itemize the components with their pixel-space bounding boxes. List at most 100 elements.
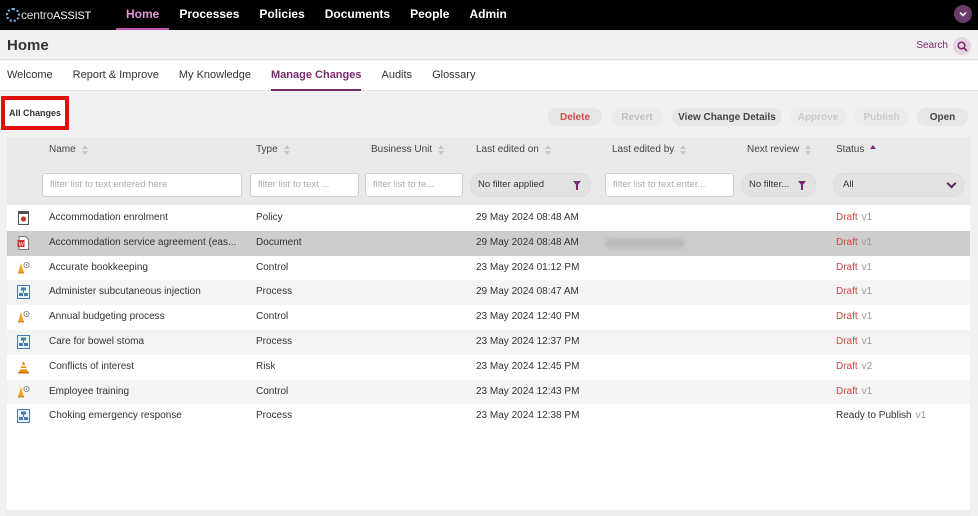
redacted-editor [605, 238, 685, 248]
status-text: Draft [836, 212, 858, 223]
cell-status: Draft v1 [836, 280, 872, 304]
version-text: v1 [861, 286, 873, 298]
cell-name: Conflicts of interest [49, 360, 135, 372]
cell-last-edited-on: 29 May 2024 08:48 AM [476, 212, 579, 223]
last-edited-by-filter-input[interactable]: filter list to text enter... [605, 173, 734, 197]
user-menu-button[interactable] [954, 5, 972, 23]
cell-name: Accommodation enrolment [49, 212, 168, 223]
logo-text: centro [21, 8, 54, 22]
table-row[interactable]: Annual budgeting process Control 23 May … [7, 305, 970, 330]
version-text: v2 [861, 360, 873, 372]
delete-button[interactable]: Delete [548, 108, 602, 126]
page-title: Home [7, 37, 49, 54]
column-header-status[interactable]: Status [836, 144, 877, 155]
table-row[interactable]: Choking emergency response Process 23 Ma… [7, 404, 970, 429]
cell-type: Control [256, 311, 289, 323]
all-changes-selector[interactable]: All Changes [1, 96, 69, 130]
logo-mark-icon [6, 8, 20, 22]
column-header-business-unit[interactable]: Business Unit [371, 144, 445, 155]
next-review-filter-dropdown[interactable]: No filter... [741, 173, 816, 197]
sort-icon [438, 144, 445, 155]
changes-toolbar: All Changes Delete Revert View Change De… [0, 92, 978, 137]
cell-status: Draft v2 [836, 355, 872, 379]
home-tabs: Welcome Report & Improve My Knowledge Ma… [0, 61, 978, 91]
version-text: v1 [861, 385, 873, 397]
column-header-next-review[interactable]: Next review [747, 144, 812, 155]
nav-documents[interactable]: Documents [315, 0, 400, 30]
nav-policies[interactable]: Policies [249, 0, 314, 30]
page-header: Home Search [0, 30, 978, 60]
column-header-type[interactable]: Type [256, 144, 291, 155]
process-icon [17, 334, 30, 349]
sort-icon [544, 144, 552, 155]
cell-last-edited-on: 29 May 2024 08:48 AM [476, 236, 579, 248]
revert-button[interactable]: Revert [611, 108, 663, 126]
nav-home[interactable]: Home [116, 0, 170, 30]
nav-admin[interactable]: Admin [459, 0, 516, 30]
cell-name: Annual budgeting process [49, 311, 165, 323]
table-row[interactable]: Care for bowel stoma Process 23 May 2024… [7, 329, 970, 355]
sort-icon [283, 144, 291, 155]
sort-ascending-icon [870, 144, 877, 155]
control-icon [18, 385, 30, 398]
tab-audits[interactable]: Audits [381, 61, 412, 91]
table-row[interactable]: Accurate bookkeeping Control 23 May 2024… [7, 256, 970, 281]
document-icon: W [17, 235, 29, 250]
tab-manage-changes[interactable]: Manage Changes [271, 61, 362, 91]
table-row[interactable]: Employee training Control 23 May 2024 12… [7, 379, 970, 405]
column-header-name[interactable]: Name [49, 144, 89, 155]
status-text: Draft [836, 335, 858, 347]
tab-glossary[interactable]: Glossary [432, 61, 475, 91]
tab-manage-changes-label: Manage Changes [271, 69, 362, 81]
changes-grid: Name Type Business Unit Last edited on L… [7, 137, 970, 516]
grid-header: Name Type Business Unit Last edited on L… [7, 137, 970, 205]
table-row[interactable]: Accommodation enrolment Policy 29 May 20… [7, 206, 970, 231]
cell-last-edited-on: 29 May 2024 08:47 AM [476, 286, 579, 298]
svg-text:W: W [19, 242, 25, 248]
cell-name: Employee training [49, 385, 130, 397]
table-row[interactable]: Conflicts of interest Risk 23 May 2024 1… [7, 355, 970, 380]
search-button[interactable] [953, 37, 971, 55]
centroassist-logo[interactable]: centroASSIST [6, 0, 102, 30]
cell-type: Risk [256, 360, 276, 372]
business-unit-filter-input[interactable]: filter list to te... [365, 173, 463, 197]
nav-people[interactable]: People [400, 0, 459, 30]
cell-type: Process [256, 410, 293, 422]
column-header-last-edited-on[interactable]: Last edited on [476, 144, 552, 155]
control-icon [18, 261, 30, 274]
name-filter-input[interactable]: filter list to text entered here [42, 173, 242, 197]
table-row[interactable]: W Accommodation service agreement (eas..… [7, 230, 970, 256]
last-edited-on-filter-dropdown[interactable]: No filter applied [470, 173, 591, 197]
chevron-down-icon [946, 178, 957, 189]
status-filter-dropdown[interactable]: All [833, 173, 964, 197]
cell-status: Draft v1 [836, 231, 872, 255]
type-filter-input[interactable]: filter list to text ... [250, 173, 359, 197]
tab-report-improve[interactable]: Report & Improve [73, 61, 159, 91]
cell-name: Accurate bookkeeping [49, 261, 148, 273]
cell-last-edited-on: 23 May 2024 01:12 PM [476, 261, 580, 273]
chevron-down-icon [959, 11, 967, 17]
cell-type: Control [256, 261, 289, 273]
status-text: Draft [836, 286, 858, 298]
tab-welcome[interactable]: Welcome [7, 61, 53, 91]
cell-type: Policy [256, 212, 283, 223]
cell-name: Care for bowel stoma [49, 335, 145, 347]
publish-button[interactable]: Publish [854, 108, 909, 126]
tab-my-knowledge[interactable]: My Knowledge [179, 61, 251, 91]
cell-last-edited-on: 23 May 2024 12:43 PM [476, 385, 580, 397]
cell-name: Accommodation service agreement (eas... [49, 236, 237, 248]
version-text: v1 [861, 261, 873, 273]
table-row[interactable]: Administer subcutaneous injection Proces… [7, 280, 970, 306]
status-text: Draft [836, 385, 858, 397]
search-link[interactable]: Search [916, 40, 948, 51]
approve-button[interactable]: Approve [790, 108, 846, 126]
main-nav: Home Processes Policies Documents People… [116, 0, 517, 30]
view-change-details-button[interactable]: View Change Details [672, 108, 782, 126]
cell-status: Draft v1 [836, 305, 872, 329]
nav-processes[interactable]: Processes [169, 0, 249, 30]
cell-status: Draft v1 [836, 380, 872, 404]
control-icon [18, 311, 30, 323]
cell-last-edited-on: 23 May 2024 12:37 PM [476, 335, 580, 347]
column-header-last-edited-by[interactable]: Last edited by [612, 144, 687, 155]
open-button[interactable]: Open [917, 108, 968, 126]
